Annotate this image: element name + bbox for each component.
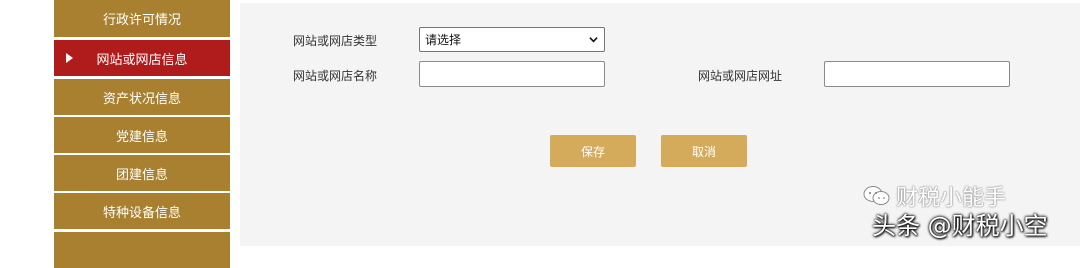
sidebar-item-label: 党建信息	[115, 129, 168, 145]
website-url-input[interactable]	[824, 61, 1010, 87]
wechat-icon	[863, 186, 890, 205]
sidebar-item-label: 资产状况信息	[102, 91, 181, 107]
sidebar-item-label: 网站或网店信息	[96, 52, 188, 68]
sidebar-item-label: 特种设备信息	[102, 205, 181, 221]
sidebar: 行政许可情况 网站或网店信息 资产状况信息 党建信息 团建信息 特种设备信息	[54, 0, 230, 268]
website-name-label: 网站或网店名称	[293, 69, 378, 83]
website-type-label: 网站或网店类型	[293, 34, 378, 48]
sidebar-item-special-equipment[interactable]: 特种设备信息	[54, 193, 230, 229]
website-url-label: 网站或网店网址	[698, 69, 783, 83]
chevron-down-icon	[589, 37, 598, 43]
caret-right-icon	[66, 53, 73, 63]
sidebar-item-youth-league[interactable]: 团建信息	[54, 155, 230, 191]
sidebar-item-asset-status[interactable]: 资产状况信息	[54, 79, 230, 115]
sidebar-item-party-building[interactable]: 党建信息	[54, 117, 230, 153]
sidebar-item-website-info[interactable]: 网站或网店信息	[54, 40, 230, 76]
save-button[interactable]: 保存	[550, 135, 636, 167]
toutiao-watermark: 头条 @财税小空	[872, 212, 1048, 240]
sidebar-item-label: 团建信息	[115, 167, 168, 183]
sidebar-item-more[interactable]	[54, 232, 230, 268]
sidebar-item-administrative-license[interactable]: 行政许可情况	[54, 0, 230, 37]
sidebar-item-label: 行政许可情况	[102, 13, 181, 28]
website-name-input[interactable]	[419, 61, 605, 87]
cancel-button[interactable]: 取消	[661, 135, 747, 167]
website-type-select-value: 请选择	[425, 33, 462, 47]
website-type-select[interactable]: 请选择	[419, 27, 605, 52]
